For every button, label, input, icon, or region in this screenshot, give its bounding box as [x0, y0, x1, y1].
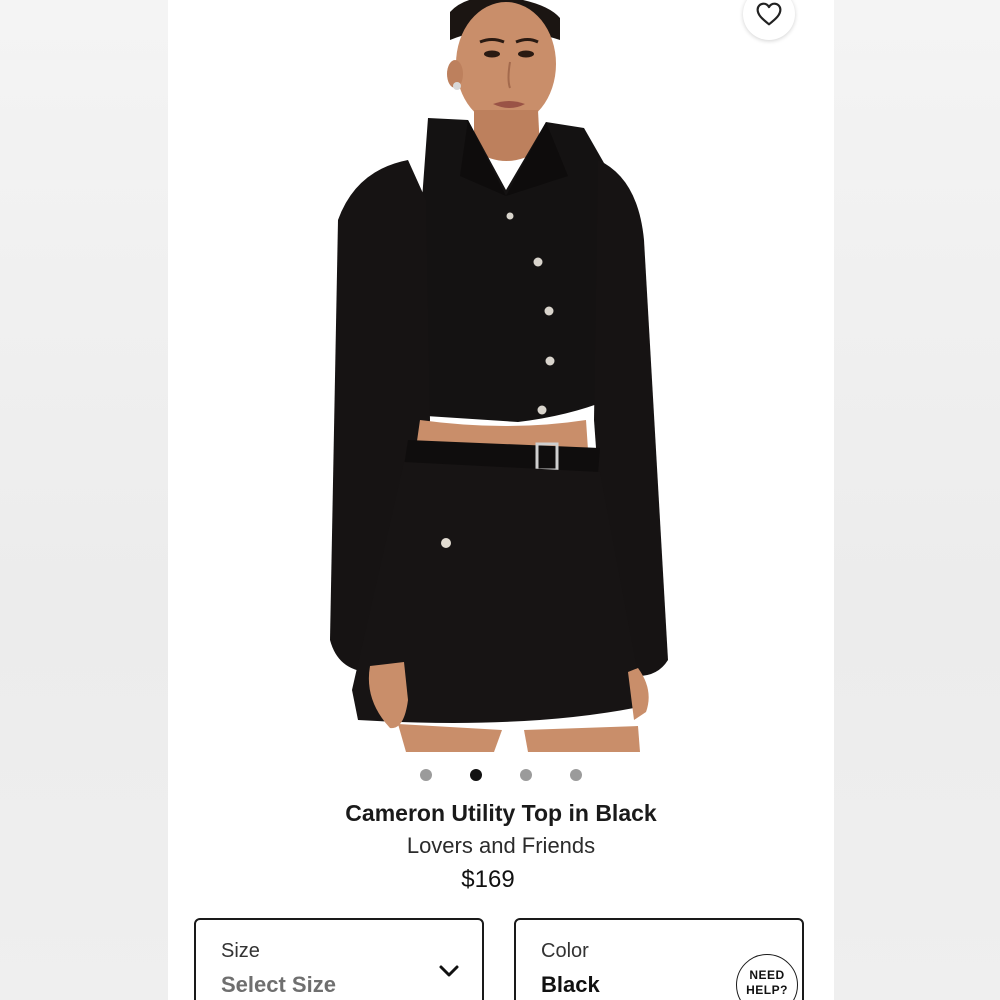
need-help-line1: NEED: [749, 968, 785, 982]
right-backdrop: [834, 0, 1000, 1000]
color-selector[interactable]: Color Black NEED HELP?: [514, 918, 804, 1000]
size-selector[interactable]: Size Select Size: [194, 918, 484, 1000]
left-backdrop: [0, 0, 168, 1000]
color-label: Color: [541, 940, 589, 962]
gallery-dot-3[interactable]: [520, 769, 532, 781]
product-brand[interactable]: Lovers and Friends: [168, 833, 834, 859]
gallery-pagination: [168, 769, 834, 781]
need-help-line2: HELP?: [746, 983, 788, 997]
size-label: Size: [221, 940, 260, 962]
product-price: $169: [461, 866, 515, 893]
chevron-down-icon: [438, 964, 460, 983]
product-photo-illustration: [330, 0, 668, 752]
color-value: Black: [541, 972, 600, 997]
heart-outline-icon: [756, 2, 782, 26]
size-value: Select Size: [221, 972, 336, 997]
gallery-dot-1[interactable]: [420, 769, 432, 781]
product-image[interactable]: [168, 0, 834, 752]
gallery-dot-4[interactable]: [570, 769, 582, 781]
need-help-button[interactable]: NEED HELP?: [736, 954, 798, 1000]
gallery-dot-2-active[interactable]: [470, 769, 482, 781]
product-title: Cameron Utility Top in Black: [345, 800, 657, 826]
product-page: Cameron Utility Top in Black Lovers and …: [168, 0, 834, 1000]
